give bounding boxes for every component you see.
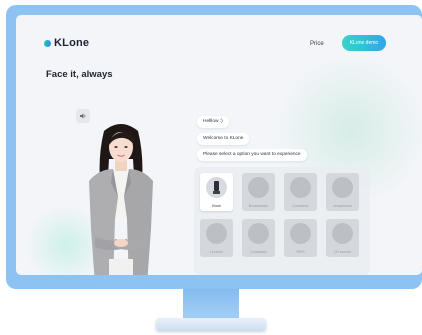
ai-human-avatar — [89, 124, 153, 275]
option-label: Counselor — [292, 204, 309, 208]
option-tile-receptionist[interactable]: receptionist — [326, 173, 359, 211]
monitor-stand-base — [156, 318, 266, 330]
logo-mark-icon — [44, 39, 51, 47]
page-title: Face it, always — [46, 69, 113, 80]
kiosk-icon — [206, 177, 227, 198]
options-panel: Kiosk Broadcaster Counselor receptionist… — [194, 167, 370, 275]
klone-demo-button[interactable]: KLone demo — [342, 35, 386, 51]
option-tile-lecturer[interactable]: Lecturer — [200, 219, 233, 257]
option-tile-mrs[interactable]: MRS — [284, 219, 317, 257]
receptionist-icon — [332, 177, 353, 198]
option-label: Counselor — [250, 250, 267, 254]
option-label: Lecturer — [209, 250, 224, 254]
option-tile-counselor[interactable]: Counselor — [284, 173, 317, 211]
option-tile-counselor-2[interactable]: Counselor — [242, 219, 275, 257]
broadcaster-icon — [248, 177, 269, 198]
option-label: MRS — [296, 250, 305, 254]
logo[interactable]: KLone — [44, 37, 89, 49]
chat-message: Helllow :) — [197, 116, 229, 128]
chat-message: Please select a option you want to exper… — [197, 149, 307, 161]
counselor-icon — [290, 177, 311, 198]
option-label: Broadcaster — [248, 204, 269, 208]
lecturer-icon — [206, 223, 227, 244]
monitor-frame: KLone Price KLone demo Face it, always H… — [6, 5, 422, 289]
chat-message: Welcome to KLone — [197, 133, 250, 145]
cs-service-icon — [332, 223, 353, 244]
option-tile-cs-service[interactable]: CS service — [326, 219, 359, 257]
mrs-icon — [290, 223, 311, 244]
option-tile-broadcaster[interactable]: Broadcaster — [242, 173, 275, 211]
counselor-icon — [248, 223, 269, 244]
screen: KLone Price KLone demo Face it, always H… — [16, 15, 422, 275]
logo-text: KLone — [54, 37, 90, 49]
option-tile-kiosk[interactable]: Kiosk — [200, 173, 233, 211]
nav-price-link[interactable]: Price — [310, 41, 324, 47]
option-label: Kiosk — [212, 204, 221, 208]
option-label: receptionist — [333, 204, 352, 208]
option-label: CS service — [333, 250, 352, 254]
